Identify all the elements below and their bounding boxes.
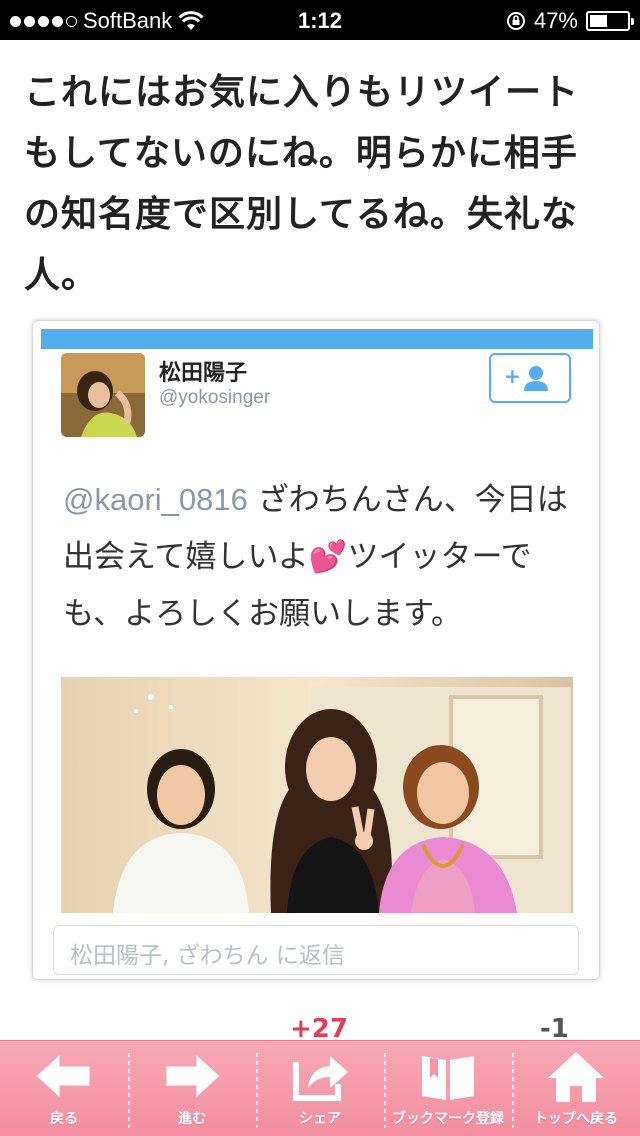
forward-label: 進む	[178, 1111, 206, 1127]
share-label: シェア	[299, 1111, 341, 1127]
status-bar: SoftBank 1:12 47%	[0, 0, 640, 40]
battery-percent: 47%	[533, 8, 578, 33]
partial-vote-counts: +27 -1	[0, 1014, 640, 1044]
avatar[interactable]	[61, 353, 145, 437]
back-label: 戻る	[50, 1111, 78, 1127]
forward-button[interactable]: 進む	[128, 1041, 256, 1136]
bookmark-label: ブックマーク登録	[392, 1111, 504, 1127]
two-hearts-emoji: 💕	[308, 539, 348, 575]
reply-input[interactable]: 松田陽子, ざわちん に返信	[53, 925, 579, 975]
twitter-header-bar	[41, 329, 593, 349]
top-button[interactable]: トップへ戻る	[512, 1041, 640, 1136]
tweet-text: @kaori_0816 ざわちんさん、今日は出会えて嬉しいよ💕ツイッターでも、よ…	[63, 471, 579, 643]
bookmark-button[interactable]: ブックマーク登録	[384, 1041, 512, 1136]
bottom-toolbar: 戻る 進む シェア ブックマーク登録 トップへ戻る	[0, 1040, 640, 1136]
back-button[interactable]: 戻る	[0, 1041, 128, 1136]
arrow-right-icon	[165, 1052, 221, 1100]
share-button[interactable]: シェア	[256, 1041, 384, 1136]
share-icon	[293, 1056, 348, 1101]
comment-text: これにはお気に入りもリツイートもしてないのにね。明らかに相手の知名度で区別してる…	[24, 72, 580, 296]
tweet-handle[interactable]: @yokosinger	[159, 387, 270, 409]
top-label: トップへ戻る	[534, 1111, 618, 1127]
add-user-icon: +	[504, 364, 548, 391]
battery-icon	[586, 11, 634, 31]
tweet-photo[interactable]	[61, 677, 573, 913]
tweet-display-name[interactable]: 松田陽子	[159, 355, 247, 387]
home-icon	[548, 1052, 604, 1102]
rotation-lock-icon	[506, 12, 525, 30]
svg-text:+: +	[504, 364, 521, 388]
reply-placeholder: 松田陽子, ざわちん に返信	[70, 943, 345, 969]
arrow-left-icon	[35, 1052, 91, 1100]
follow-button[interactable]: +	[489, 353, 571, 403]
tweet-card[interactable]: 松田陽子 @yokosinger + @kaori_0816 ざわちんさん、今日…	[32, 320, 600, 980]
bookmark-book-icon	[422, 1056, 474, 1100]
tweet-mention-link[interactable]: @kaori_0816	[63, 482, 248, 517]
